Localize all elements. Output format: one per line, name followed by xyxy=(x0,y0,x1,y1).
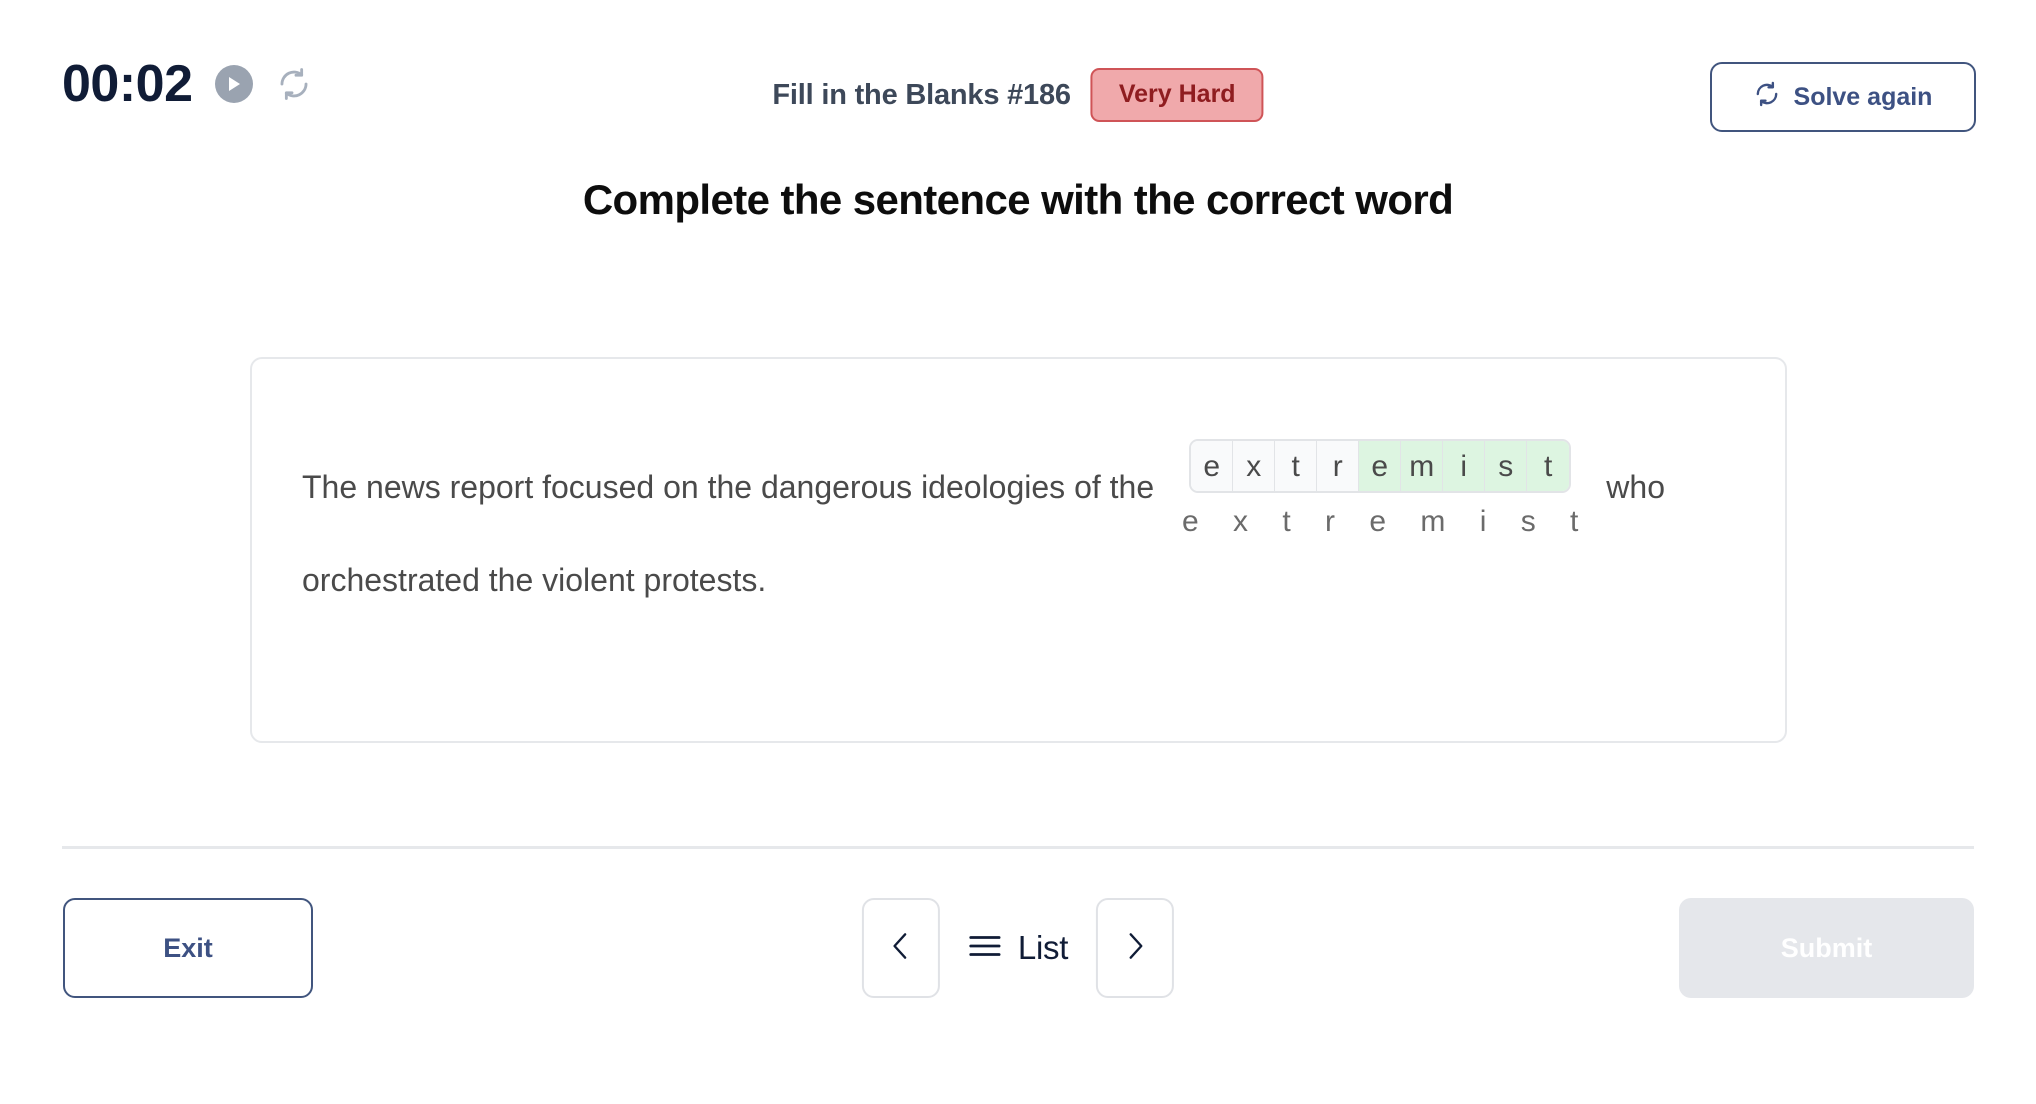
refresh-icon xyxy=(1754,81,1780,114)
solve-again-button[interactable]: Solve again xyxy=(1710,62,1976,132)
timer-group: 00:02 xyxy=(62,58,313,110)
answer-hint: e x t r e m i s t xyxy=(1182,505,1592,538)
footer-divider xyxy=(62,846,1974,849)
list-label: List xyxy=(1017,929,1069,966)
question-card: The news report focused on the dangerous… xyxy=(250,357,1787,743)
play-icon[interactable] xyxy=(214,65,253,103)
letter-cell-0[interactable]: e xyxy=(1191,441,1234,491)
difficulty-badge: Very Hard xyxy=(1090,68,1264,122)
sentence-text-second-line: orchestrated the violent protests. xyxy=(302,562,767,598)
exit-button[interactable]: Exit xyxy=(63,898,313,998)
list-button[interactable]: List xyxy=(962,929,1074,967)
hamburger-icon xyxy=(968,933,1002,964)
letter-cell-8[interactable]: t xyxy=(1527,441,1570,491)
letter-cell-6[interactable]: i xyxy=(1443,441,1486,491)
sentence-container: The news report focused on the dangerous… xyxy=(302,439,1745,598)
solve-again-label: Solve again xyxy=(1793,82,1933,111)
previous-question-button[interactable] xyxy=(861,898,940,998)
letter-cell-3[interactable]: r xyxy=(1317,441,1360,491)
chevron-left-icon xyxy=(888,929,914,968)
quiz-page: 00:02 Fill in the Blanks #186 Very Hard xyxy=(0,0,2036,1104)
submit-button[interactable]: Submit xyxy=(1679,898,1974,998)
letter-boxes[interactable]: extremist xyxy=(1189,439,1572,493)
letter-cell-7[interactable]: s xyxy=(1485,441,1528,491)
reset-icon[interactable] xyxy=(275,65,313,103)
top-bar: 00:02 Fill in the Blanks #186 Very Hard xyxy=(0,0,2036,155)
letter-cell-2[interactable]: t xyxy=(1275,441,1318,491)
navigation-group: List xyxy=(861,898,1175,998)
chevron-right-icon xyxy=(1122,929,1148,968)
answer-blank[interactable]: extremist e x t r e m i s t xyxy=(1169,439,1591,537)
letter-cell-5[interactable]: m xyxy=(1401,441,1444,491)
sentence-line-2: orchestrated the violent protests. xyxy=(302,562,1745,598)
letter-cell-4[interactable]: e xyxy=(1359,441,1402,491)
sentence-line-1: The news report focused on the dangerous… xyxy=(302,439,1745,537)
page-title: Complete the sentence with the correct w… xyxy=(582,176,1454,223)
quiz-title: Fill in the Blanks #186 xyxy=(772,78,1071,111)
timer-display: 00:02 xyxy=(62,55,193,113)
letter-cell-1[interactable]: x xyxy=(1233,441,1276,491)
next-question-button[interactable] xyxy=(1096,898,1175,998)
quiz-title-group: Fill in the Blanks #186 Very Hard xyxy=(772,68,1264,122)
sentence-text-after: who xyxy=(1606,469,1665,506)
sentence-text-before: The news report focused on the dangerous… xyxy=(302,469,1155,506)
